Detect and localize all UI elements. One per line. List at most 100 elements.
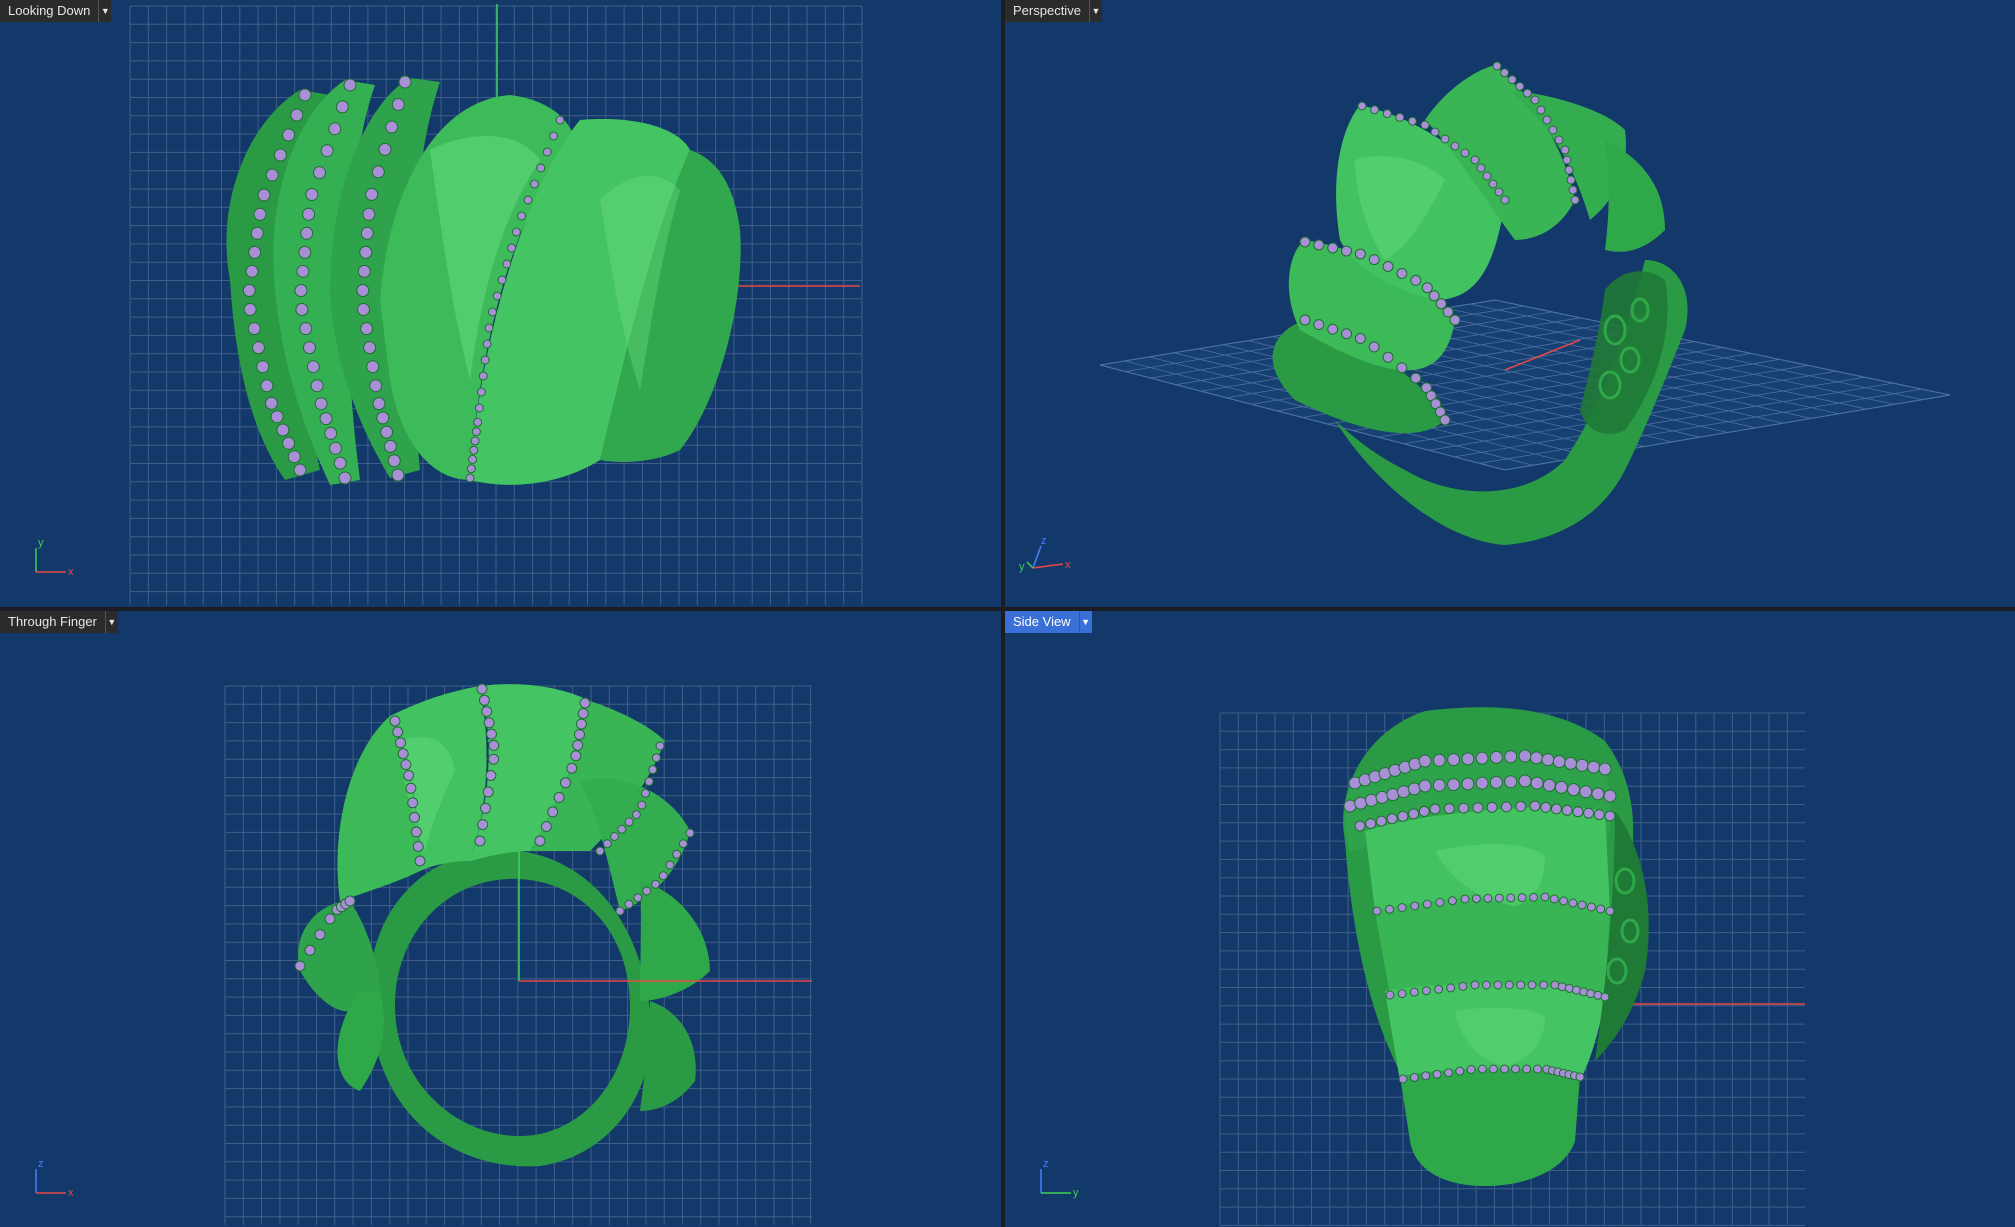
gem-stone — [362, 207, 376, 221]
gem-stone — [1420, 120, 1430, 130]
viewport-tab-looking-down[interactable]: Looking Down ▼ — [0, 0, 112, 22]
gem-stone — [1489, 750, 1503, 764]
gem-stone — [577, 708, 589, 719]
viewport-title[interactable]: Perspective — [1005, 0, 1090, 22]
gem-stone — [1447, 753, 1461, 767]
gem-stone — [1489, 775, 1503, 789]
gem-stone — [502, 259, 512, 269]
gem-stone — [252, 341, 265, 355]
gem-stone — [1575, 1072, 1585, 1082]
chevron-down-icon[interactable]: ▼ — [105, 611, 118, 633]
gem-stone — [313, 166, 326, 180]
gem-stone — [1471, 894, 1481, 904]
chevron-down-icon[interactable]: ▼ — [1089, 0, 1102, 22]
gem-stone — [549, 131, 559, 141]
ring-model[interactable] — [294, 683, 710, 1167]
gem-stone — [1398, 1074, 1408, 1084]
gem-stone — [471, 427, 481, 437]
gem-stone — [484, 323, 494, 333]
viewport-tab-through-finger[interactable]: Through Finger ▼ — [0, 611, 118, 633]
gem-stone — [1518, 774, 1532, 788]
perspective-grid-plane — [1099, 299, 1951, 471]
viewport-tab-side-view[interactable]: Side View ▼ — [1005, 611, 1092, 633]
ring-model[interactable] — [1343, 707, 1649, 1186]
gem-stone — [482, 786, 494, 798]
gem-stone — [1559, 896, 1569, 906]
gem-stone — [295, 303, 309, 316]
axis-label-z: z — [1041, 535, 1047, 547]
gem-stone — [1500, 801, 1512, 813]
ring-model[interactable] — [226, 75, 741, 485]
gem-stone — [1450, 141, 1460, 151]
gem-stone — [547, 806, 559, 818]
gem-stone — [651, 879, 661, 889]
viewport-side-view[interactable]: Side View ▼ z y — [1005, 611, 2015, 1227]
gem-stone — [534, 835, 546, 847]
axis-label-x: x — [1065, 559, 1071, 571]
gem-stone — [1313, 319, 1325, 331]
axis-label-y: y — [38, 537, 44, 549]
gem-stone — [529, 179, 539, 189]
gem-stone — [371, 165, 385, 179]
gem-stone — [602, 839, 612, 849]
gem-stone — [385, 120, 399, 134]
gem-stone — [575, 718, 587, 730]
gem-stone — [486, 728, 497, 740]
viewport-perspective[interactable]: Perspective ▼ z y x — [1005, 0, 2015, 607]
gem-stone — [1382, 351, 1394, 363]
viewport-canvas[interactable]: z y x — [1005, 0, 2015, 607]
gem-stone — [296, 264, 310, 278]
gem-stone — [1364, 793, 1378, 807]
gem-stone — [1566, 175, 1576, 185]
gem-stone — [1557, 982, 1567, 992]
chevron-down-icon[interactable]: ▼ — [1079, 611, 1092, 633]
gem-stone — [1560, 145, 1570, 155]
viewport-canvas[interactable]: z y — [1005, 611, 2015, 1227]
viewport-canvas[interactable]: y x — [0, 0, 1001, 607]
gem-stone — [1396, 362, 1408, 374]
gem-stone — [257, 188, 271, 202]
viewport-title[interactable]: Looking Down — [0, 0, 100, 22]
gem-stone — [1504, 750, 1518, 764]
gem-stone — [560, 777, 571, 789]
viewport-title[interactable]: Side View — [1005, 611, 1080, 633]
gem-stone — [1494, 893, 1504, 903]
viewport-title[interactable]: Through Finger — [0, 611, 106, 633]
gem-stone — [1571, 985, 1581, 995]
gem-stone — [357, 264, 371, 278]
chevron-down-icon[interactable]: ▼ — [99, 0, 112, 22]
gem-stone — [1568, 898, 1578, 908]
viewport-canvas[interactable]: z x — [0, 611, 1001, 1227]
gem-stone — [1475, 751, 1489, 765]
gem-stone — [1504, 775, 1518, 789]
gem-stone — [1603, 789, 1617, 803]
gem-stone — [1536, 105, 1546, 115]
gem-stone — [1500, 1064, 1509, 1074]
gem-stone — [1598, 762, 1612, 776]
gem-stone — [392, 726, 404, 738]
gem-stone — [481, 706, 493, 717]
viewport-tab-perspective[interactable]: Perspective ▼ — [1005, 0, 1102, 22]
gem-stone — [570, 750, 582, 762]
gem-stone — [642, 886, 652, 896]
gem-stone — [1407, 116, 1417, 126]
gem-stone — [247, 322, 261, 336]
gem-stone — [1444, 1068, 1453, 1078]
gem-stone — [1554, 780, 1568, 794]
gem-stone — [1408, 808, 1420, 820]
viewport-through-finger[interactable]: Through Finger ▼ z x — [0, 611, 1001, 1227]
gem-stone — [466, 464, 476, 474]
gem-stone — [1506, 893, 1516, 903]
gem-stone — [1542, 778, 1556, 792]
gem-stone — [306, 360, 320, 374]
gem-stone — [383, 439, 397, 453]
gem-stone — [276, 423, 290, 437]
gem-stone — [414, 855, 426, 867]
gem-stone — [293, 463, 307, 477]
gem-stone — [579, 697, 591, 709]
gem-stone — [1586, 989, 1596, 999]
gem-stone — [273, 148, 287, 162]
gem-stone — [1516, 980, 1526, 990]
viewport-looking-down[interactable]: Looking Down ▼ y x — [0, 0, 1001, 607]
gem-stone — [1530, 776, 1544, 790]
